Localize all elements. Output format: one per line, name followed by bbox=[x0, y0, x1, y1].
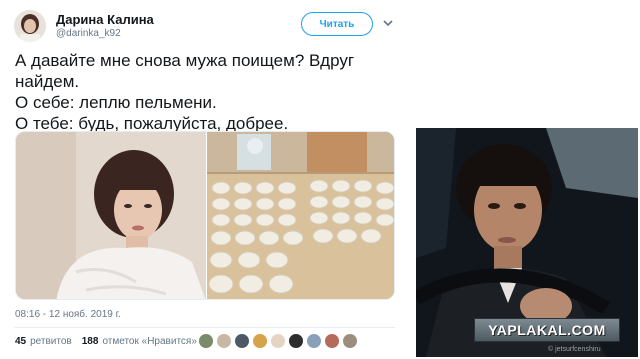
retweets-count[interactable]: 45 bbox=[15, 336, 26, 347]
tweet-text-line: О себе: леплю пельмени. bbox=[15, 93, 217, 112]
retweets-label[interactable]: ретвитов bbox=[30, 336, 72, 347]
chevron-down-icon[interactable] bbox=[382, 18, 394, 28]
tweet-media[interactable] bbox=[15, 131, 395, 300]
likes-count[interactable]: 188 bbox=[82, 336, 99, 347]
avatar[interactable] bbox=[252, 333, 268, 349]
avatar[interactable] bbox=[198, 333, 214, 349]
likes-label[interactable]: отметок «Нравится» bbox=[102, 336, 196, 347]
follow-button[interactable]: Читать bbox=[301, 12, 373, 36]
tweet-card: Дарина Калина @darinka_k92 Читать А дава… bbox=[0, 0, 412, 359]
likers-avatars bbox=[198, 333, 360, 349]
photo-credit: © jetsurfcenshiru bbox=[548, 346, 601, 353]
avatar[interactable] bbox=[306, 333, 322, 349]
author-avatar[interactable] bbox=[14, 10, 46, 42]
divider bbox=[15, 327, 395, 328]
tweet-text: А давайте мне снова мужа поищем? Вдруг н… bbox=[15, 50, 405, 134]
author-name[interactable]: Дарина Калина bbox=[56, 12, 154, 27]
watermark-logo: YAPLAKAL.COM bbox=[474, 318, 620, 342]
avatar[interactable] bbox=[270, 333, 286, 349]
avatar[interactable] bbox=[288, 333, 304, 349]
avatar[interactable] bbox=[324, 333, 340, 349]
avatar[interactable] bbox=[234, 333, 250, 349]
avatar[interactable] bbox=[216, 333, 232, 349]
tweet-text-line: А давайте мне снова мужа поищем? Вдруг bbox=[15, 51, 355, 70]
tweet-text-line: найдем. bbox=[15, 72, 80, 91]
tweet-stats: 45 ретвитов 188 отметок «Нравится» bbox=[15, 336, 197, 347]
selfie-photo[interactable] bbox=[16, 132, 206, 299]
tweet-timestamp[interactable]: 08:16 - 12 нояб. 2019 г. bbox=[15, 309, 121, 320]
dumplings-photo[interactable] bbox=[207, 132, 394, 299]
author-handle[interactable]: @darinka_k92 bbox=[56, 28, 121, 39]
avatar[interactable] bbox=[342, 333, 358, 349]
